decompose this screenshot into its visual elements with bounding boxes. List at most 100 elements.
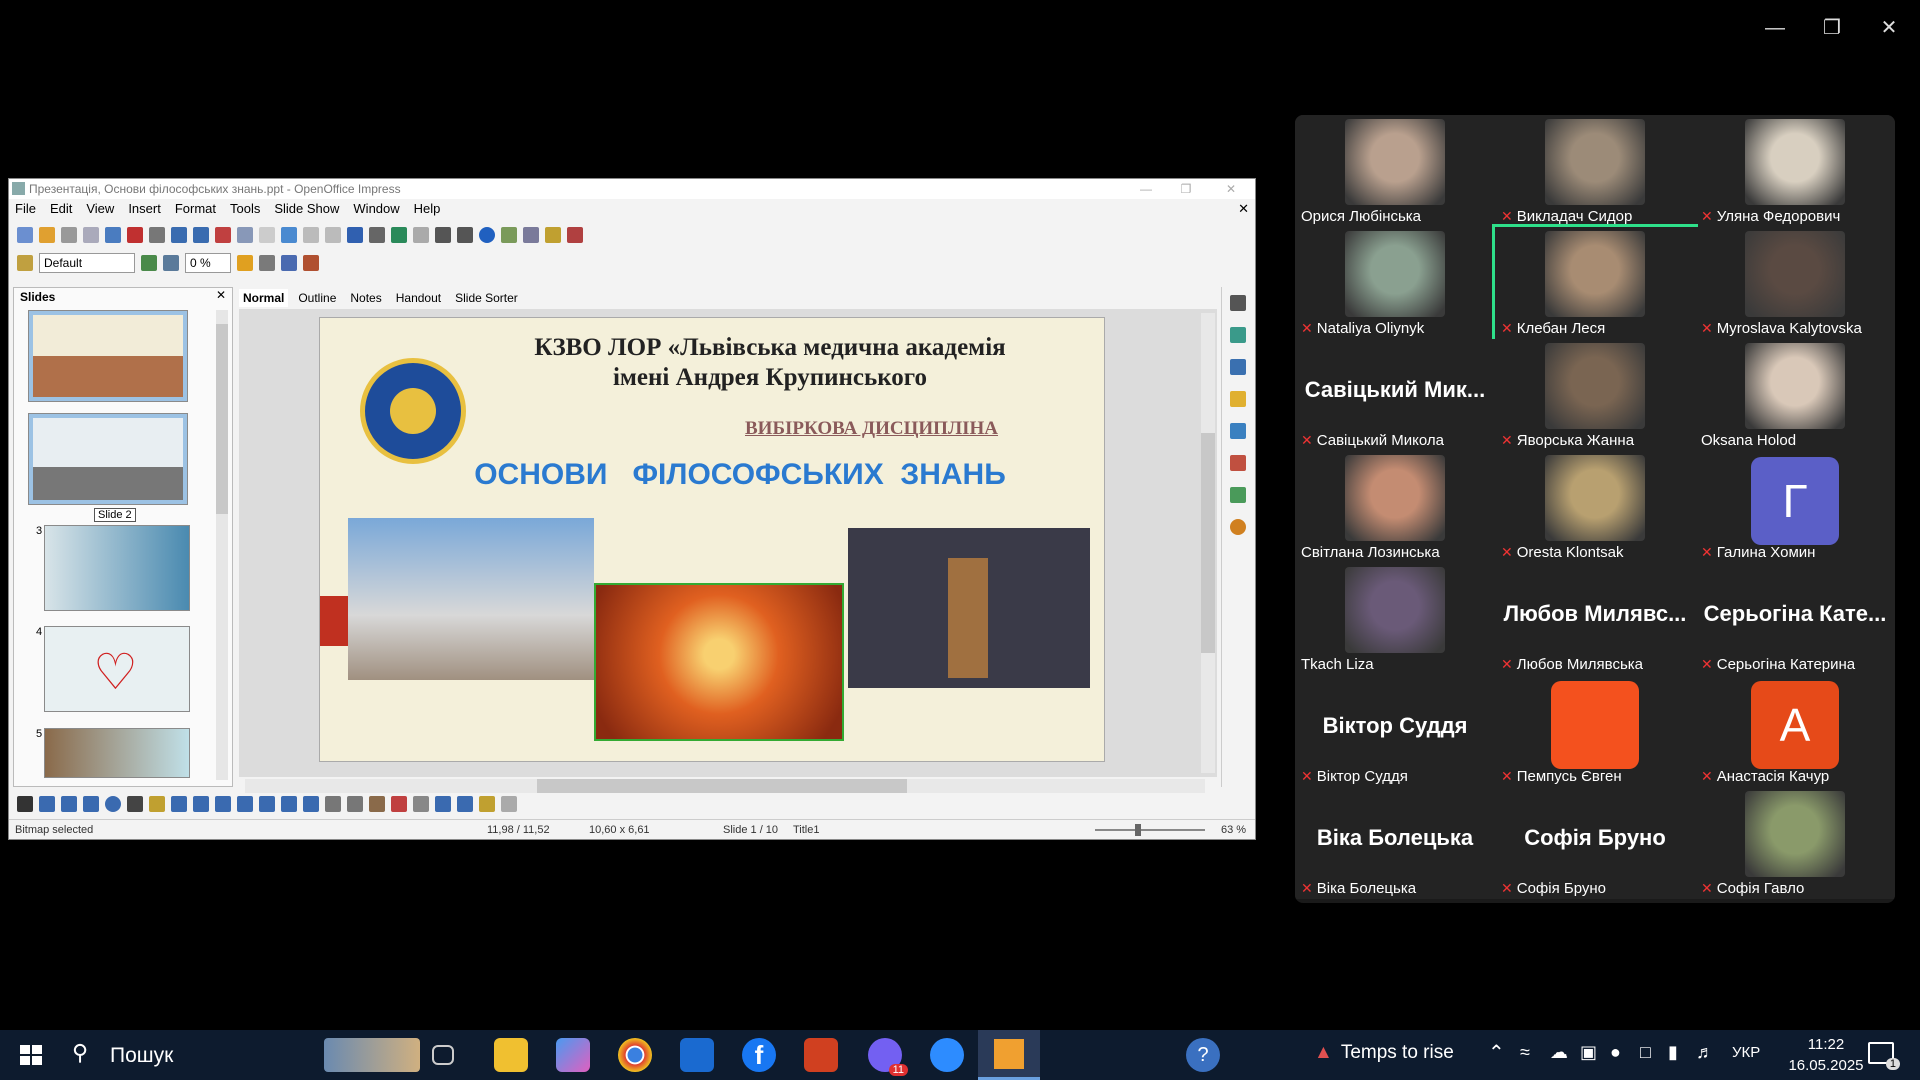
print-icon[interactable] — [149, 227, 165, 243]
symbol-shapes-icon[interactable] — [215, 796, 231, 812]
participant-tile[interactable]: A ✕ Анастасія Качур — [1695, 675, 1895, 787]
file-explorer-icon[interactable] — [494, 1038, 528, 1072]
menu-window[interactable]: Window — [353, 199, 399, 219]
layouts-icon[interactable] — [1230, 327, 1246, 343]
impress-restore-button[interactable]: ❐ — [1169, 179, 1203, 199]
hyperlink-icon[interactable] — [391, 227, 407, 243]
zoom-app-icon[interactable] — [930, 1038, 964, 1072]
participant-tile[interactable]: Савіцький Мик... ✕ Савіцький Микола — [1295, 339, 1495, 451]
open-icon[interactable] — [39, 227, 55, 243]
slide-canvas[interactable]: КЗВО ЛОР «Львівська медична академія іме… — [319, 317, 1105, 762]
clone-format-icon[interactable] — [281, 227, 297, 243]
menu-insert[interactable]: Insert — [128, 199, 161, 219]
chevron-up-icon[interactable]: ⌃ — [1488, 1040, 1505, 1065]
table-icon[interactable] — [369, 227, 385, 243]
language-indicator[interactable]: УКР — [1732, 1044, 1760, 1061]
tab-slide-sorter[interactable]: Slide Sorter — [451, 289, 522, 307]
participant-tile[interactable]: Світлана Лозинська — [1295, 451, 1495, 563]
copilot-icon[interactable] — [556, 1038, 590, 1072]
export-pdf-icon[interactable] — [127, 227, 143, 243]
block-arrows-icon[interactable] — [237, 796, 253, 812]
copy-icon[interactable] — [237, 227, 253, 243]
academy-logo[interactable] — [360, 358, 466, 464]
save-icon[interactable] — [61, 227, 77, 243]
battery-icon[interactable]: ▮ — [1668, 1042, 1678, 1063]
participant-tile[interactable]: ✕ Уляна Федорович — [1695, 115, 1895, 227]
menu-tools[interactable]: Tools — [230, 199, 260, 219]
participant-tile[interactable]: Софія Бруно ✕ Софія Бруно — [1495, 787, 1695, 899]
minimize-button[interactable]: — — [1755, 14, 1795, 42]
rotate-icon[interactable] — [259, 255, 275, 271]
book-tree-image[interactable] — [848, 528, 1090, 688]
participant-tile[interactable]: ✕ Пемпусь Євген — [1495, 675, 1695, 787]
slide-thumbnail[interactable] — [44, 728, 190, 778]
slide-thumbnail[interactable] — [28, 413, 188, 505]
restore-button[interactable]: ❐ — [1812, 14, 1852, 42]
menu-slideshow[interactable]: Slide Show — [274, 199, 339, 219]
chrome-icon[interactable] — [618, 1038, 652, 1072]
menu-format[interactable]: Format — [175, 199, 216, 219]
menu-view[interactable]: View — [86, 199, 114, 219]
search-box[interactable]: ⚲ Пошук — [64, 1036, 424, 1074]
participant-tile[interactable]: Серьогіна Кате... ✕ Серьогіна Катерина — [1695, 563, 1895, 675]
participant-tile[interactable]: Oksana Holod — [1695, 339, 1895, 451]
transition-icon[interactable] — [1230, 423, 1246, 439]
slide-thumbnail[interactable]: ♡ — [44, 626, 190, 712]
participant-tile[interactable]: ✕ Яворська Жанна — [1495, 339, 1695, 451]
menu-file[interactable]: File — [15, 199, 36, 219]
participant-tile[interactable]: Любов Милявс... ✕ Любов Милявська — [1495, 563, 1695, 675]
facebook-icon[interactable]: f — [742, 1038, 776, 1072]
zoom-icon[interactable] — [457, 227, 473, 243]
line-style-icon[interactable] — [17, 255, 33, 271]
volume-icon[interactable]: ♬ — [1696, 1042, 1714, 1063]
status-zoom[interactable]: 63 % — [1221, 820, 1246, 840]
participant-tile[interactable]: ✕ Викладач Сидор — [1495, 115, 1695, 227]
notifications-icon[interactable]: 1 — [1868, 1042, 1900, 1070]
shadow-icon[interactable] — [237, 255, 253, 271]
camera-icon[interactable]: ▣ — [1580, 1042, 1597, 1063]
paste-icon[interactable] — [259, 227, 275, 243]
help-icon[interactable] — [479, 227, 495, 243]
chart-icon[interactable] — [347, 227, 363, 243]
participant-tile[interactable]: ✕ Oresta Klontsak — [1495, 451, 1695, 563]
spellcheck-icon[interactable] — [171, 227, 187, 243]
align-icon[interactable] — [281, 255, 297, 271]
menu-edit[interactable]: Edit — [50, 199, 72, 219]
flowchart-icon[interactable] — [259, 796, 275, 812]
ellipse-icon[interactable] — [105, 796, 121, 812]
tables-icon[interactable] — [1230, 359, 1246, 375]
slide-thumbnail[interactable] — [44, 525, 190, 611]
gallery-icon[interactable] — [1230, 487, 1246, 503]
participant-tile[interactable]: Орися Любінська — [1295, 115, 1495, 227]
sunset-hand-image[interactable] — [594, 583, 844, 741]
participant-tile[interactable]: ✕ Клебан Леся — [1492, 224, 1698, 342]
impress-minimize-button[interactable]: — — [1129, 179, 1163, 199]
email-icon[interactable] — [83, 227, 99, 243]
glue-points-icon[interactable] — [347, 796, 363, 812]
microphone-icon[interactable]: ● — [1610, 1042, 1621, 1063]
menu-help[interactable]: Help — [414, 199, 441, 219]
master-pages-icon[interactable] — [1230, 391, 1246, 407]
outlook-icon[interactable] — [680, 1038, 714, 1072]
tab-notes[interactable]: Notes — [346, 289, 385, 307]
line-icon[interactable] — [39, 796, 55, 812]
cut-icon[interactable] — [215, 227, 231, 243]
navigator-icon[interactable] — [435, 227, 451, 243]
basic-shapes-icon[interactable] — [193, 796, 209, 812]
callouts-icon[interactable] — [281, 796, 297, 812]
animation-icon[interactable] — [1230, 455, 1246, 471]
powerpoint-icon[interactable] — [804, 1038, 838, 1072]
slide-icon[interactable] — [501, 227, 517, 243]
image-from-file-icon[interactable] — [369, 796, 385, 812]
slides-pane-close-icon[interactable]: ✕ — [216, 288, 226, 302]
close-button[interactable]: ✕ — [1869, 14, 1909, 42]
new-icon[interactable] — [17, 227, 33, 243]
document-close-icon[interactable]: ✕ — [1238, 199, 1249, 219]
arrow-line-icon[interactable] — [61, 796, 77, 812]
undo-icon[interactable] — [303, 227, 319, 243]
navigator-sidebar-icon[interactable] — [1230, 519, 1246, 535]
tab-outline[interactable]: Outline — [294, 289, 340, 307]
transparency-icon[interactable] — [163, 255, 179, 271]
slide-thumbnail[interactable] — [28, 310, 188, 402]
arrange-icon[interactable] — [479, 796, 495, 812]
